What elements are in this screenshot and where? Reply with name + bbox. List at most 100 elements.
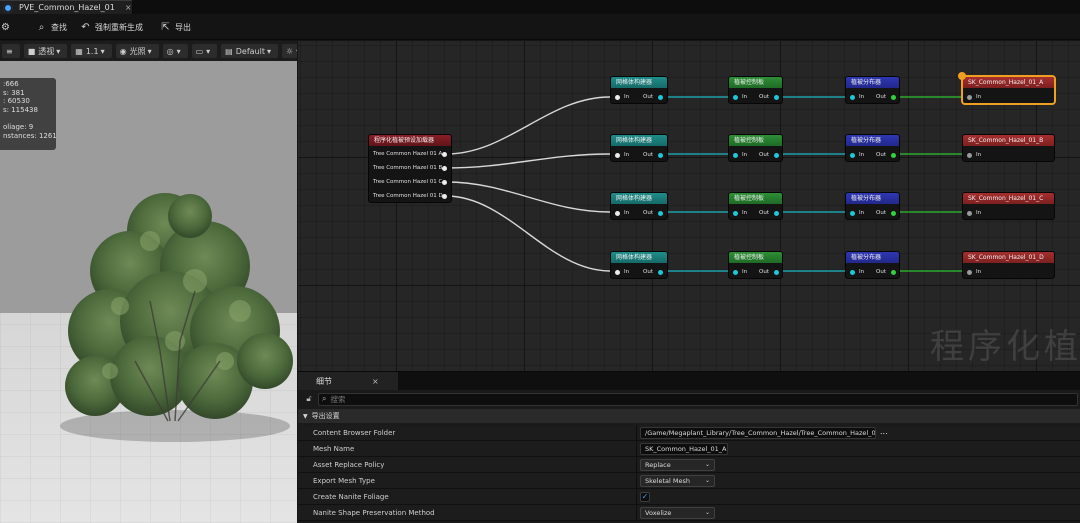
in-pin-icon[interactable]	[967, 153, 972, 158]
preset-dropdown[interactable]: ▤ Default ▾	[221, 44, 278, 58]
exec-pin-icon[interactable]	[442, 166, 447, 171]
find-button[interactable]: ⌕ 查找	[36, 20, 67, 34]
grid-scale-button[interactable]: ▦ 1.1 ▾	[71, 44, 112, 58]
viewport-menu-button[interactable]: ≡	[2, 44, 20, 58]
foliage-distributor-node[interactable]: 植被分布器 In Out	[845, 192, 900, 220]
mesh-builder-node[interactable]: 网格体构建器 In Out	[610, 192, 668, 220]
out-pin-icon[interactable]	[658, 211, 663, 216]
exec-pin-icon[interactable]	[442, 152, 447, 157]
in-pin-icon[interactable]	[850, 153, 855, 158]
preset-icon: ▤	[225, 46, 233, 56]
nanite-shape-method-dropdown[interactable]: Voxelize ⌄	[640, 507, 715, 519]
lighting-mode-button[interactable]: ◉ 光照 ▾	[115, 44, 159, 58]
close-tab-icon[interactable]: ×	[125, 3, 132, 12]
preset-loader-node[interactable]: 程序化植被预设加载器 Tree Common Hazel 01 A Tree C…	[368, 134, 452, 203]
force-regenerate-button[interactable]: ↶ 强制重新生成	[80, 20, 143, 34]
foliage-controller-node[interactable]: 植被控制板 In Out	[728, 192, 783, 220]
output-pin-c[interactable]: Tree Common Hazel 01 C	[369, 176, 451, 188]
view-mode-button[interactable]: ■ 透视 ▾	[23, 44, 68, 58]
out-pin-icon[interactable]	[774, 211, 779, 216]
out-pin-icon[interactable]	[658, 95, 663, 100]
out-pin-icon[interactable]	[891, 153, 896, 158]
asset-replace-policy-dropdown[interactable]: Replace ⌄	[640, 459, 715, 471]
in-pin-icon[interactable]	[850, 211, 855, 216]
export-button[interactable]: ⇱ 导出	[160, 20, 191, 34]
screen-layout-button[interactable]: ▭ ▾	[191, 44, 218, 58]
layout-icon: ▭	[195, 46, 204, 56]
exec-in-pin-icon[interactable]	[615, 270, 620, 275]
export-mesh-type-dropdown[interactable]: Skeletal Mesh ⌄	[640, 475, 715, 487]
stats-line: s: 115438	[3, 105, 38, 114]
out-pin-icon[interactable]	[774, 95, 779, 100]
search-icon: ⌕	[322, 394, 327, 403]
lock-icon[interactable]: 🔓︎	[302, 394, 316, 404]
mesh-name-field[interactable]: SK_Common_Hazel_01_A	[640, 443, 728, 455]
output-pin-d[interactable]: Tree Common Hazel 01 D	[369, 190, 451, 202]
foliage-controller-node[interactable]: 植被控制板 In Out	[728, 134, 783, 162]
in-pin-icon[interactable]	[850, 95, 855, 100]
in-pin-icon[interactable]	[733, 211, 738, 216]
collapse-arrow-icon[interactable]: ▼	[303, 413, 308, 420]
mesh-builder-node[interactable]: 网格体构建器 In Out	[610, 76, 668, 104]
node-title: 植被分布器	[846, 135, 899, 146]
stats-line: :666	[3, 80, 19, 88]
node-pins: In Out	[846, 266, 899, 278]
in-pin-icon[interactable]	[967, 211, 972, 216]
close-details-icon[interactable]: ×	[372, 377, 379, 386]
details-tab[interactable]: 细节 ×	[298, 372, 398, 390]
in-pin-icon[interactable]	[967, 95, 972, 100]
output-pin-b[interactable]: Tree Common Hazel 01 B	[369, 162, 451, 174]
export-settings-section[interactable]: ▼ 导出设置	[298, 409, 1080, 423]
content-browser-folder-field[interactable]: /Game/Megaplant_Library/Tree_Common_Haze…	[640, 427, 876, 439]
in-pin-icon[interactable]	[733, 153, 738, 158]
node-title: 网格体构建器	[611, 252, 667, 263]
in-label: In	[859, 152, 865, 158]
skeletal-mesh-output-node[interactable]: SK_Common_Hazel_01_B In	[962, 134, 1055, 162]
skeletal-mesh-output-node[interactable]: SK_Common_Hazel_01_C In	[962, 192, 1055, 220]
foliage-controller-node[interactable]: 植被控制板 In Out	[728, 76, 783, 104]
exec-in-pin-icon[interactable]	[615, 211, 620, 216]
out-pin-icon[interactable]	[774, 153, 779, 158]
node-title: SK_Common_Hazel_01_A	[963, 77, 1054, 88]
skeletal-mesh-output-node[interactable]: SK_Common_Hazel_01_D In	[962, 251, 1055, 279]
show-flags-button[interactable]: ◎ ▾	[162, 44, 188, 58]
sun-settings-button[interactable]: ☼ ▾	[281, 44, 297, 58]
details-search-box[interactable]: ⌕	[318, 392, 1078, 406]
in-pin-icon[interactable]	[733, 95, 738, 100]
in-pin-icon[interactable]	[733, 270, 738, 275]
exec-in-pin-icon[interactable]	[615, 95, 620, 100]
foliage-distributor-node[interactable]: 植被分布器 In Out	[845, 251, 900, 279]
in-pin-icon[interactable]	[967, 270, 972, 275]
details-search-input[interactable]	[330, 394, 1031, 404]
output-pin-a[interactable]: Tree Common Hazel 01 A	[369, 148, 451, 160]
grid-scale-label: 1.1	[85, 46, 99, 56]
document-tab[interactable]: PVE_Common_Hazel_01 ×	[0, 0, 132, 14]
foliage-distributor-node[interactable]: 植被分布器 In Out	[845, 134, 900, 162]
out-pin-icon[interactable]	[658, 270, 663, 275]
exec-in-pin-icon[interactable]	[615, 153, 620, 158]
out-pin-icon[interactable]	[658, 153, 663, 158]
skeletal-mesh-output-node[interactable]: SK_Common_Hazel_01_A In	[962, 76, 1055, 104]
column-divider	[636, 441, 637, 457]
exec-pin-icon[interactable]	[442, 180, 447, 185]
mesh-builder-node[interactable]: 网格体构建器 In Out	[610, 251, 668, 279]
browse-button[interactable]: ...	[880, 428, 888, 436]
out-pin-icon[interactable]	[891, 95, 896, 100]
stats-overlay: :666 s: 381 : 60530 s: 115438 oliage: 9 …	[0, 78, 57, 150]
node-pins: In Out	[846, 207, 899, 219]
foliage-controller-node[interactable]: 植被控制板 In Out	[728, 251, 783, 279]
column-divider	[636, 505, 637, 521]
exec-pin-icon[interactable]	[442, 194, 447, 199]
out-pin-icon[interactable]	[891, 270, 896, 275]
out-label: Out	[759, 210, 769, 216]
in-pin-icon[interactable]	[850, 270, 855, 275]
preview-viewport[interactable]: ≡ ■ 透视 ▾ ▦ 1.1 ▾ ◉ 光照 ▾ ◎ ▾ ▭ ▾ ▤ Defaul…	[0, 41, 297, 523]
settings-gear-button[interactable]: ⚙	[0, 20, 15, 34]
foliage-distributor-node[interactable]: 植被分布器 In Out	[845, 76, 900, 104]
out-pin-icon[interactable]	[891, 211, 896, 216]
mesh-builder-node[interactable]: 网格体构建器 In Out	[610, 134, 668, 162]
create-nanite-foliage-checkbox[interactable]: ✓	[640, 492, 650, 502]
out-pin-icon[interactable]	[774, 270, 779, 275]
node-title: 植被控制板	[729, 135, 782, 146]
node-graph[interactable]: 程序化植 程序化植被预设加载器 Tree Common Hazel 01 A T…	[298, 41, 1080, 371]
